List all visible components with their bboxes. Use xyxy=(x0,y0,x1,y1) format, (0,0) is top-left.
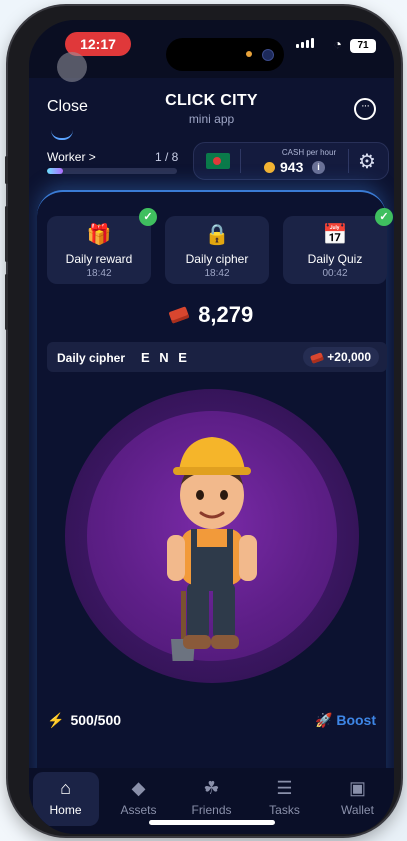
card-time: 00:42 xyxy=(322,268,348,279)
check-icon: ✓ xyxy=(139,208,157,226)
daily-cipher-bar: Daily cipher E N E +20,000 xyxy=(47,342,387,372)
card-title: Daily cipher xyxy=(185,252,249,266)
battery-icon: 71 xyxy=(350,39,376,53)
chevron-icon[interactable] xyxy=(51,130,73,140)
nav-label: Wallet xyxy=(341,803,374,817)
more-options-icon[interactable]: ··· xyxy=(354,98,376,120)
nav-label: Assets xyxy=(120,803,157,817)
cash-panel: CASH per hour 943 i ⚙ xyxy=(193,142,389,180)
screen: 12:17 ◔ 71 Close CLICK CITY mini app ···… xyxy=(29,20,394,834)
info-icon[interactable]: i xyxy=(312,161,325,174)
worker-progress-bar xyxy=(47,168,177,174)
assistive-touch-icon[interactable] xyxy=(57,52,87,82)
dynamic-island xyxy=(166,38,284,71)
side-button xyxy=(5,156,8,184)
nav-label: Friends xyxy=(191,803,232,817)
nav-label: Home xyxy=(49,803,82,817)
brick-icon xyxy=(310,352,325,364)
card-time: 18:42 xyxy=(204,268,230,279)
home-indicator xyxy=(149,820,275,825)
cipher-label: Daily cipher xyxy=(57,351,126,365)
boost-label: Boost xyxy=(336,712,376,728)
nav-label: Tasks xyxy=(269,803,300,817)
signal-icon xyxy=(296,38,314,48)
friends-icon: ☘ xyxy=(203,778,220,798)
home-icon: ⌂ xyxy=(60,778,71,798)
tap-circle[interactable] xyxy=(65,389,359,683)
app-title: CLICK CITY xyxy=(165,92,258,109)
nav-item-friends[interactable]: ☘ Friends xyxy=(179,772,245,826)
cipher-reward-value: +20,000 xyxy=(327,350,371,364)
rocket-icon: 🚀 xyxy=(315,712,333,728)
app-subtitle: mini app xyxy=(188,112,235,126)
nav-item-wallet[interactable]: ▣ Wallet xyxy=(325,772,391,826)
cash-value: 943 xyxy=(280,159,304,175)
balance-row: 8,279 xyxy=(29,302,394,328)
phone-frame: 12:17 ◔ 71 Close CLICK CITY mini app ···… xyxy=(5,6,401,836)
boost-button[interactable]: 🚀 Boost xyxy=(315,712,376,729)
wallet-icon: ▣ xyxy=(348,778,366,798)
coin-icon xyxy=(264,162,275,173)
divider xyxy=(348,149,349,173)
nav-item-assets[interactable]: ◆ Assets xyxy=(106,772,172,826)
cipher-reward-badge: +20,000 xyxy=(303,347,379,367)
energy-indicator: ⚡ 500/500 xyxy=(47,712,121,729)
daily-cipher-card[interactable]: 🔒 Daily cipher 18:42 xyxy=(165,216,269,284)
gear-icon[interactable]: ⚙ xyxy=(358,149,376,174)
brick-icon xyxy=(168,306,190,324)
worker-avatar[interactable] xyxy=(87,411,337,661)
camera-icon xyxy=(262,49,274,61)
nav-item-home[interactable]: ⌂ Home xyxy=(32,772,99,826)
worker-progress-fill xyxy=(47,168,64,174)
volume-down-button xyxy=(5,274,8,330)
worker-link[interactable]: Worker > xyxy=(47,150,96,164)
mic-indicator-icon xyxy=(246,51,252,57)
worker-count: 1 / 8 xyxy=(155,150,179,164)
card-title: Daily Quiz xyxy=(307,252,363,266)
nav-item-tasks[interactable]: ☰ Tasks xyxy=(252,772,318,826)
daily-quiz-card[interactable]: 📅 Daily Quiz 00:42 ✓ xyxy=(283,208,393,284)
gift-icon: 🎁 xyxy=(86,224,112,246)
lock-icon: 🔒 xyxy=(204,224,230,246)
cipher-word: E N E xyxy=(141,350,190,365)
wifi-icon: ◔ xyxy=(333,36,342,52)
tap-circle-inner[interactable] xyxy=(87,411,337,661)
calendar-icon: 📅 xyxy=(322,224,348,246)
card-time: 18:42 xyxy=(86,268,112,279)
tasks-icon: ☰ xyxy=(276,778,293,798)
lightning-icon: ⚡ xyxy=(47,712,65,728)
volume-up-button xyxy=(5,206,8,262)
daily-reward-card[interactable]: 🎁 Daily reward 18:42 ✓ xyxy=(47,208,157,284)
energy-value: 500/500 xyxy=(70,712,122,728)
check-icon: ✓ xyxy=(375,208,393,226)
card-title: Daily reward xyxy=(65,252,133,266)
divider xyxy=(240,149,241,173)
bangladesh-flag-icon[interactable] xyxy=(206,153,230,169)
assets-icon: ◆ xyxy=(131,778,146,798)
balance-value: 8,279 xyxy=(198,302,254,327)
